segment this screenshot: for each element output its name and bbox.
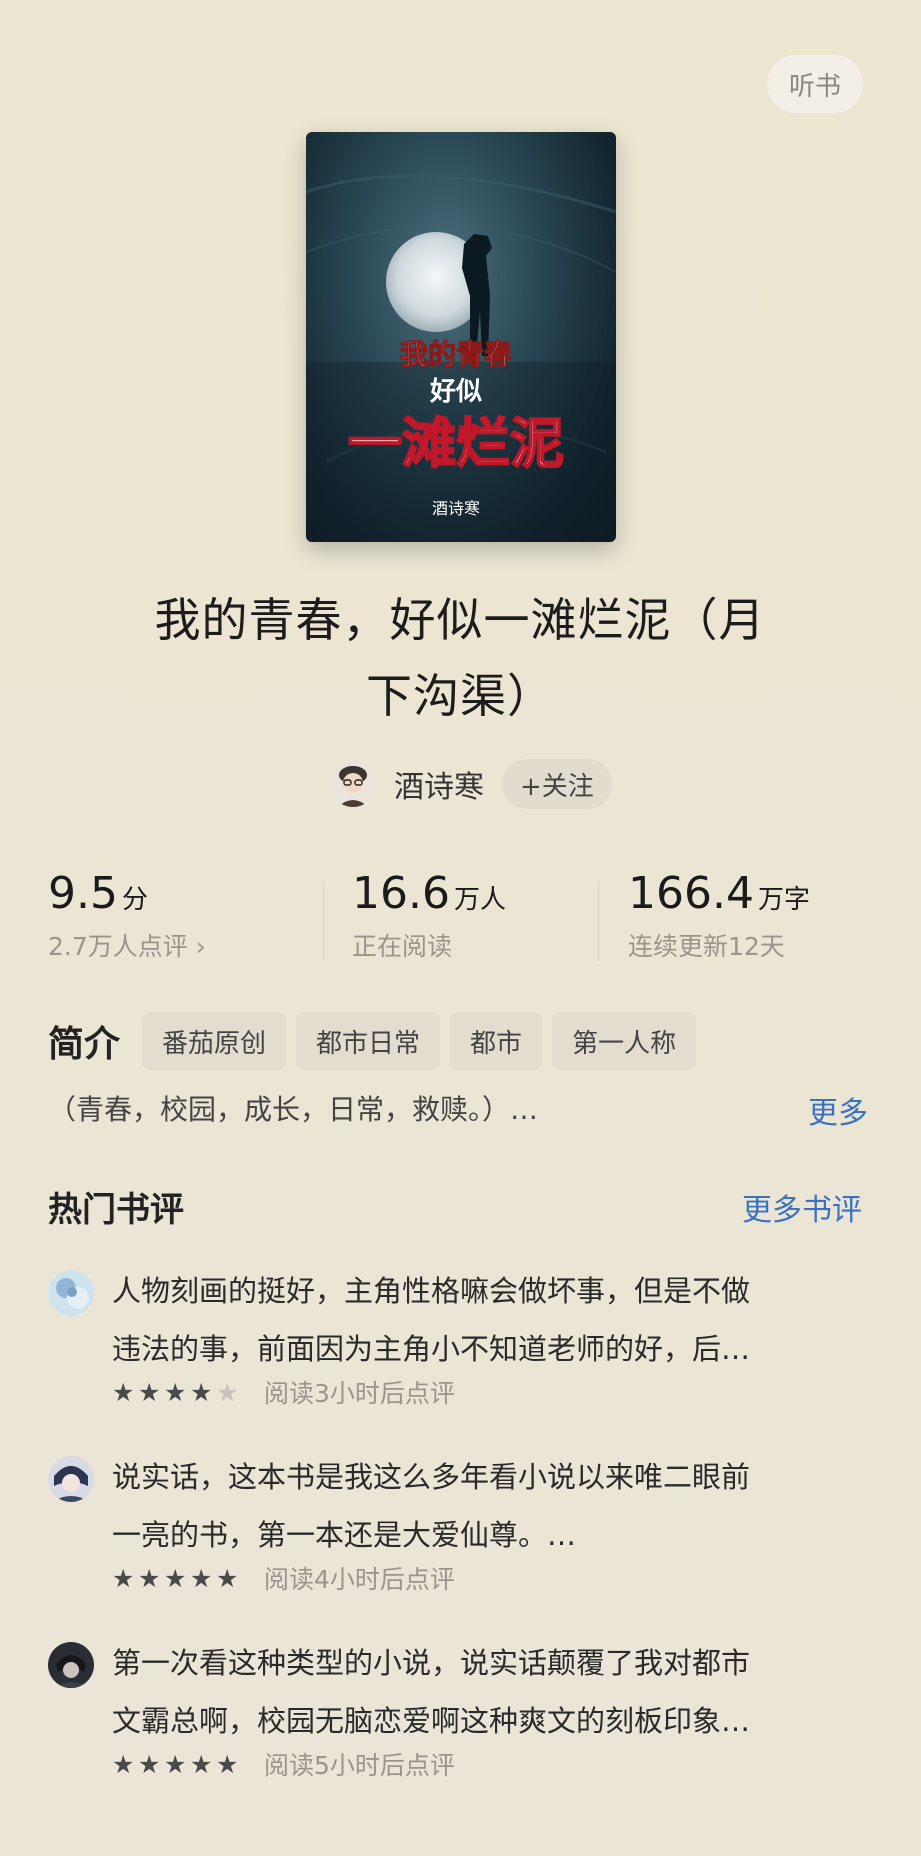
review-time: 阅读4小时后点评	[264, 1565, 455, 1594]
cover-art: 我的青春 好似 一滩烂泥 酒诗寒	[306, 174, 616, 542]
star-icon: ★	[216, 1749, 239, 1779]
star-icon: ★	[190, 1377, 213, 1407]
tag[interactable]: 第一人称	[552, 1012, 697, 1070]
cover-author: 酒诗寒	[432, 499, 480, 518]
tag[interactable]: 都市	[450, 1012, 543, 1070]
review-meta: ★ ★ ★ ★ ★ 阅读3小时后点评	[112, 1374, 455, 1410]
stat-divider	[598, 882, 599, 962]
star-icon: ★	[164, 1377, 187, 1407]
stats-row: 9.5 分 2.7万人点评 › 16.6 万人 正在阅读 166.4 万字 连续更新1…	[0, 868, 921, 978]
cover-title-line2: 好似	[429, 377, 482, 407]
intro-text[interactable]: （青春，校园，成长，日常，救赎。）…	[48, 1088, 538, 1128]
intro-more-link[interactable]: 更多	[808, 1088, 868, 1132]
readers-stat: 16.6 万人 正在阅读	[352, 868, 506, 963]
review-time: 阅读3小时后点评	[264, 1379, 455, 1408]
rating-stat[interactable]: 9.5 分 2.7万人点评 ›	[48, 868, 206, 963]
tag[interactable]: 番茄原创	[142, 1012, 287, 1070]
book-title: 我的青春，好似一滩烂泥（月 下沟渠）	[60, 582, 860, 734]
star-rating: ★ ★ ★ ★ ★	[112, 1750, 242, 1779]
review-time: 阅读5小时后点评	[264, 1751, 455, 1780]
review-text: 说实话，这本书是我这么多年看小说以来唯二眼前 一亮的书，第一本还是大爱仙尊。…	[112, 1448, 902, 1564]
review-item[interactable]: 第一次看这种类型的小说，说实话颠覆了我对都市 文霸总啊，校园无脑恋爱啊这种爽文的…	[48, 1634, 878, 1784]
cover-title-line1: 我的青春	[400, 338, 512, 371]
author-name[interactable]: 酒诗寒	[394, 762, 484, 806]
review-item[interactable]: 人物刻画的挺好，主角性格嘛会做坏事，但是不做 违法的事，前面因为主角小不知道老师…	[48, 1262, 878, 1412]
star-icon: ★	[112, 1377, 135, 1407]
review-line: 说实话，这本书是我这么多年看小说以来唯二眼前	[112, 1460, 751, 1494]
review-item[interactable]: 说实话，这本书是我这么多年看小说以来唯二眼前 一亮的书，第一本还是大爱仙尊。… …	[48, 1448, 878, 1598]
star-icon: ★	[190, 1563, 213, 1593]
reviews-title: 热门书评	[48, 1190, 184, 1230]
reviewer-avatar[interactable]	[48, 1270, 94, 1316]
update-streak: 连续更新12天	[628, 932, 785, 961]
star-empty-icon: ★	[216, 1377, 239, 1407]
book-cover[interactable]: 我的青春 好似 一滩烂泥 酒诗寒	[306, 132, 616, 542]
words-unit: 万字	[757, 885, 810, 915]
stat-divider	[323, 882, 324, 962]
readers-unit: 万人	[453, 885, 506, 915]
rating-unit: 分	[121, 885, 148, 915]
review-text: 人物刻画的挺好，主角性格嘛会做坏事，但是不做 违法的事，前面因为主角小不知道老师…	[112, 1262, 902, 1378]
star-icon: ★	[164, 1749, 187, 1779]
more-reviews-link[interactable]: 更多书评	[742, 1185, 862, 1229]
rating-count: 2.7万人点评 ›	[48, 932, 206, 961]
star-rating: ★ ★ ★ ★ ★	[112, 1564, 242, 1593]
words-stat: 166.4 万字 连续更新12天	[628, 868, 810, 963]
tag[interactable]: 都市日常	[296, 1012, 441, 1070]
intro-row: 简介 番茄原创 都市日常 都市 第一人称	[48, 1012, 706, 1070]
review-text: 第一次看这种类型的小说，说实话颠覆了我对都市 文霸总啊，校园无脑恋爱啊这种爽文的…	[112, 1634, 902, 1750]
star-icon: ★	[138, 1563, 161, 1593]
follow-button[interactable]: +关注	[502, 759, 612, 809]
author-avatar[interactable]	[330, 761, 376, 807]
cover-title-line3: 一滩烂泥	[348, 411, 564, 475]
review-meta: ★ ★ ★ ★ ★ 阅读5小时后点评	[112, 1746, 455, 1782]
review-line: 文霸总啊，校园无脑恋爱啊这种爽文的刻板印象…	[112, 1704, 751, 1738]
book-title-line1: 我的青春，好似一滩烂泥（月	[154, 593, 766, 647]
rating-value: 9.5	[48, 868, 118, 919]
review-line: 一亮的书，第一本还是大爱仙尊。…	[112, 1518, 577, 1552]
star-icon: ★	[112, 1563, 135, 1593]
review-line: 人物刻画的挺好，主角性格嘛会做坏事，但是不做	[112, 1274, 751, 1308]
readers-value: 16.6	[352, 868, 450, 919]
words-value: 166.4	[628, 868, 754, 919]
reviewer-avatar[interactable]	[48, 1456, 94, 1502]
intro-label: 简介	[48, 1024, 121, 1065]
readers-label: 正在阅读	[352, 932, 453, 961]
author-row: 酒诗寒 +关注	[330, 758, 612, 810]
star-icon: ★	[138, 1749, 161, 1779]
star-icon: ★	[190, 1749, 213, 1779]
listen-button[interactable]: 听书	[767, 55, 863, 113]
star-icon: ★	[138, 1377, 161, 1407]
review-line: 第一次看这种类型的小说，说实话颠覆了我对都市	[112, 1646, 751, 1680]
star-rating: ★ ★ ★ ★ ★	[112, 1378, 242, 1407]
review-line: 违法的事，前面因为主角小不知道老师的好，后…	[112, 1332, 751, 1366]
star-icon: ★	[164, 1563, 187, 1593]
book-title-line2: 下沟渠）	[366, 669, 554, 723]
star-icon: ★	[112, 1749, 135, 1779]
review-meta: ★ ★ ★ ★ ★ 阅读4小时后点评	[112, 1560, 455, 1596]
star-icon: ★	[216, 1563, 239, 1593]
reviewer-avatar[interactable]	[48, 1642, 94, 1688]
